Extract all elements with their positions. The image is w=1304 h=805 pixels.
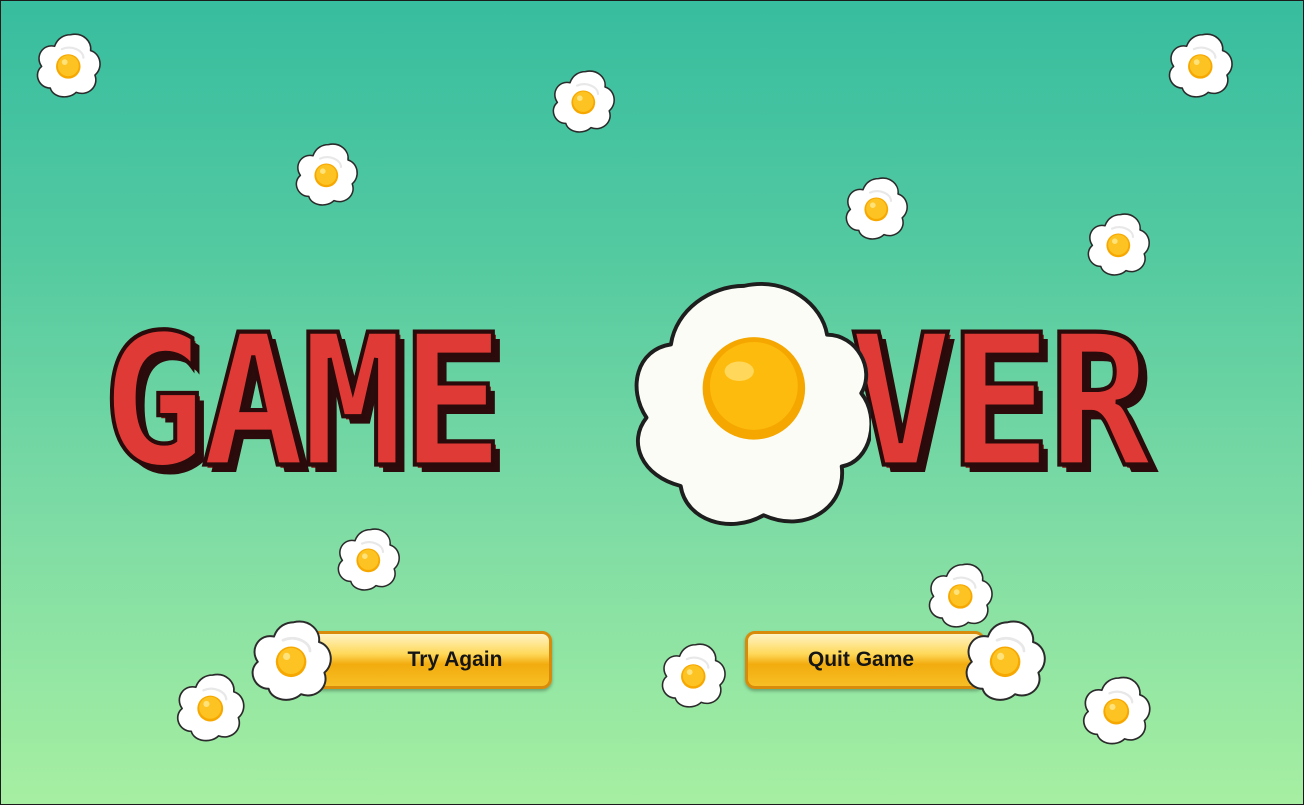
fried-egg-icon [1079, 669, 1155, 751]
title-over: VER [847, 294, 1154, 508]
title-game: GAME [100, 294, 506, 508]
fried-egg-icon [169, 669, 253, 745]
fried-egg-icon [285, 139, 369, 209]
fried-egg-icon [1159, 29, 1243, 101]
fried-egg-icon [1077, 209, 1161, 279]
fried-egg-icon [543, 66, 625, 136]
game-over-screen: GAME VER Try Again Quit Game [0, 0, 1304, 805]
fried-egg-icon [327, 524, 411, 594]
fried-egg-icon [27, 29, 111, 101]
fried-egg-icon [835, 173, 919, 243]
fried-egg-icon [653, 639, 735, 711]
big-fried-egg-icon [627, 279, 871, 527]
fried-egg-icon [243, 615, 341, 705]
quit-game-button[interactable]: Quit Game [745, 631, 985, 689]
fried-egg-icon [957, 615, 1055, 705]
